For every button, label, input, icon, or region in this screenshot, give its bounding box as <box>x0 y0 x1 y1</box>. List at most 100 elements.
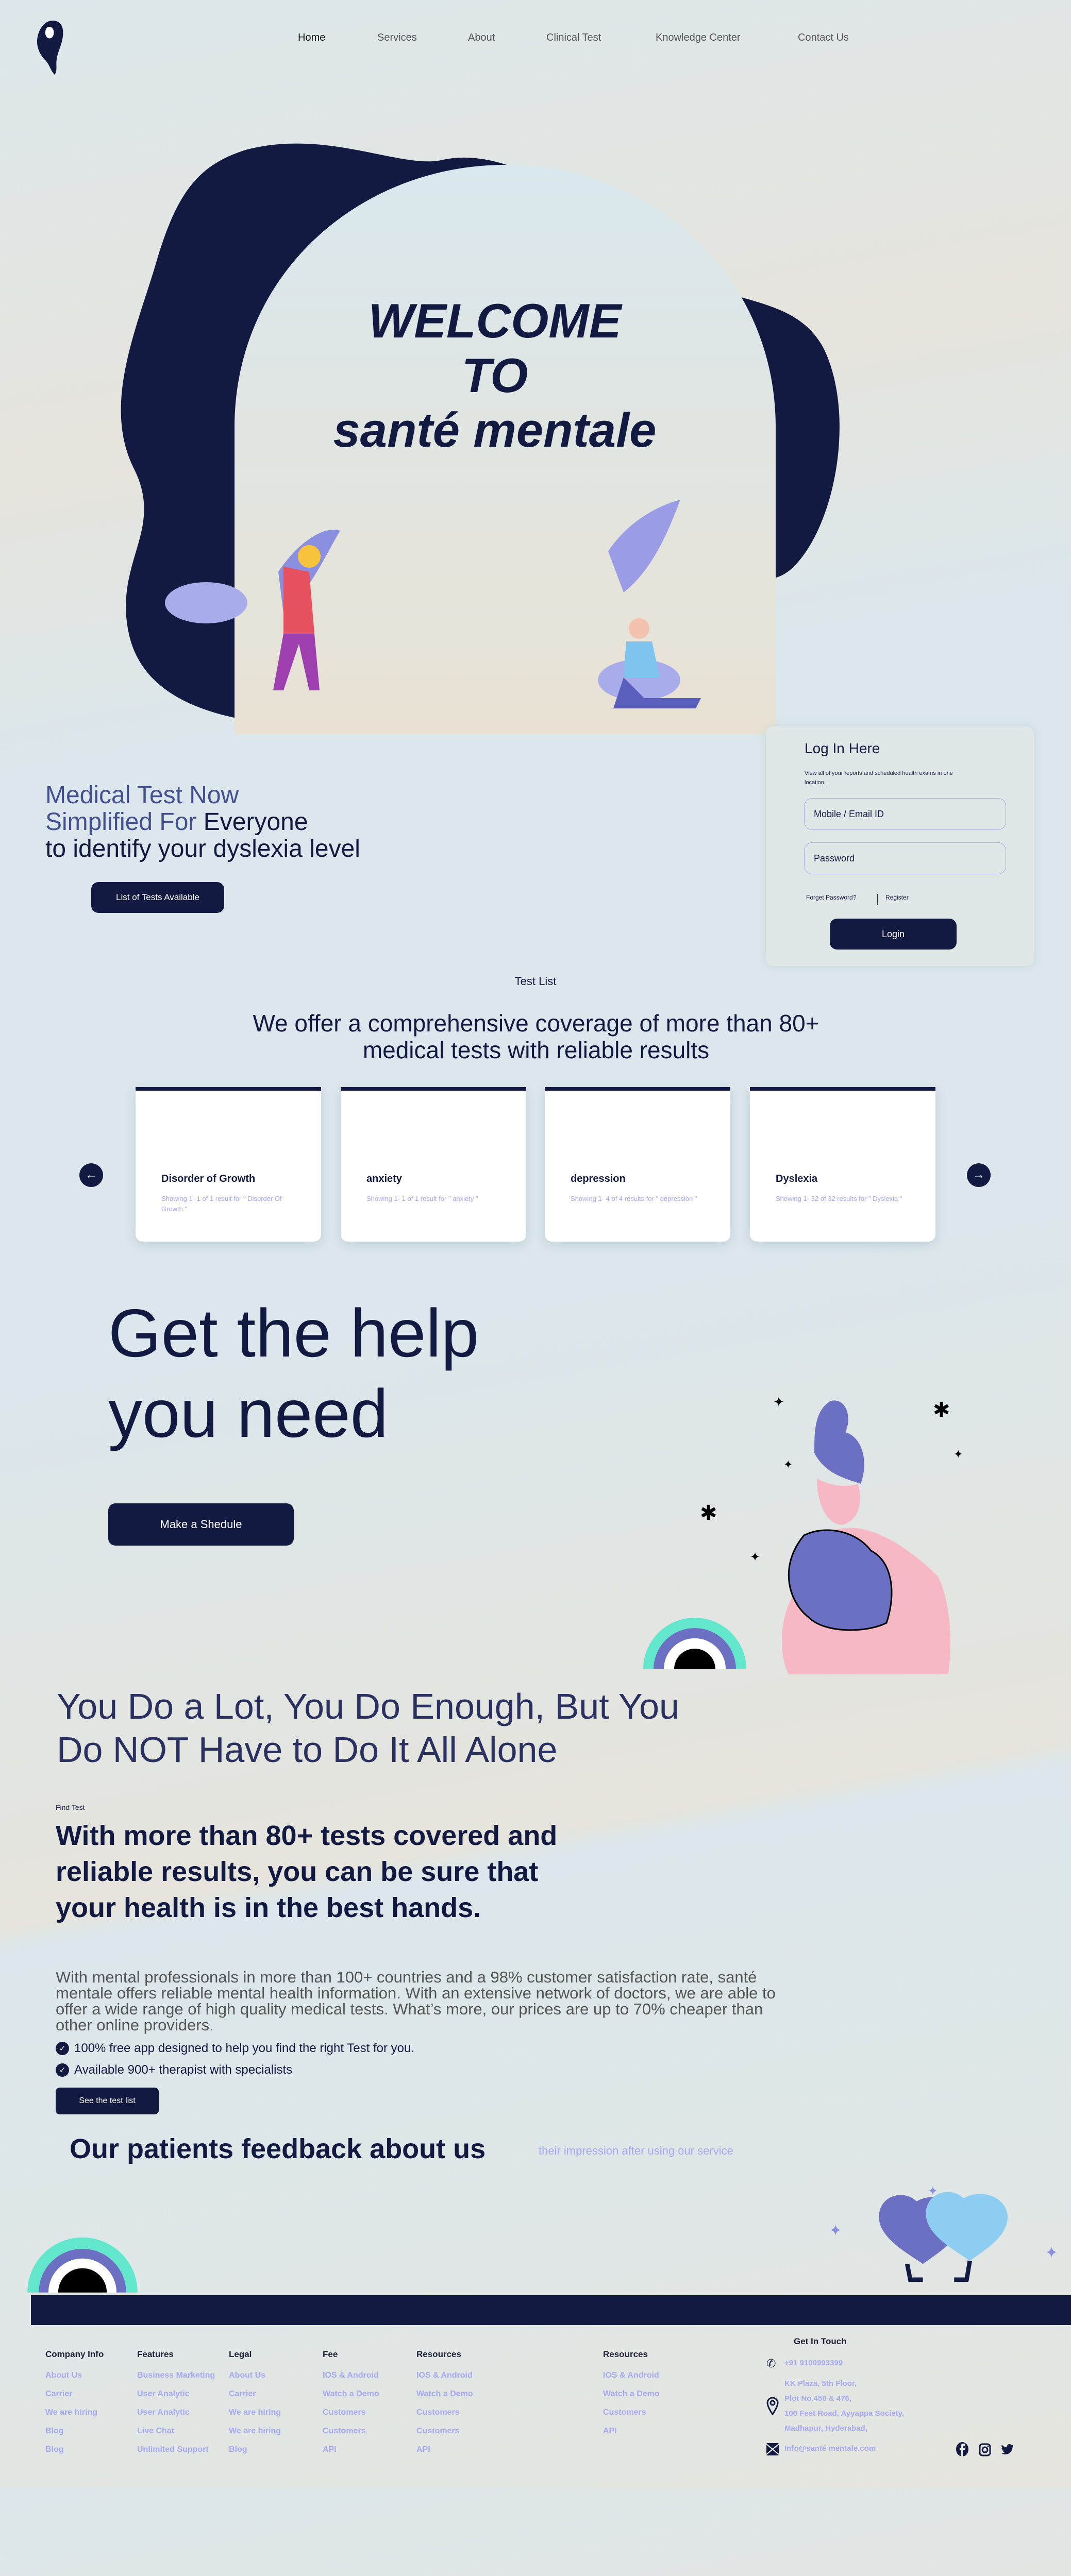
intro-text: to identify your dyslexia level <box>45 835 360 862</box>
footer-link[interactable]: Unlimited Support <box>137 2445 215 2464</box>
intro-accent: Simplified For <box>45 808 197 836</box>
test-card-summary: Showing 1- 4 of 4 results for " depressi… <box>571 1195 697 1202</box>
intro-text: Everyone <box>203 808 308 836</box>
arrow-right-icon: → <box>973 1168 985 1182</box>
nav-knowledge-center[interactable]: Knowledge Center <box>656 32 741 44</box>
test-list-label: Test List <box>514 975 557 988</box>
forgot-password-link[interactable]: Forget Password? <box>806 894 856 901</box>
svg-text:✦: ✦ <box>829 2223 842 2240</box>
feedback-heading: Our patients feedback about us <box>70 2133 486 2164</box>
rainbow-illustration <box>27 2237 138 2293</box>
footer-column-title: Resources <box>603 2349 648 2359</box>
carousel-next-button[interactable]: → <box>967 1163 991 1187</box>
intro-accent: Medical Test Now <box>45 782 239 809</box>
footer-link[interactable]: Customers <box>323 2408 379 2427</box>
footer-link[interactable]: Watch a Demo <box>416 2389 473 2408</box>
test-card[interactable]: Disorder of Growth Showing 1- 1 of 1 resu… <box>136 1087 321 1242</box>
check-icon: ✓ <box>56 2063 69 2077</box>
footer-link[interactable]: Blog <box>45 2445 104 2464</box>
footer-link[interactable]: IOS & Android <box>323 2371 379 2389</box>
nav-home[interactable]: Home <box>298 32 325 44</box>
password-field[interactable] <box>804 842 1006 874</box>
help-heading-line: you need <box>108 1376 389 1451</box>
hero-title: WELCOME TO santé mentale <box>289 294 701 457</box>
footer-link[interactable]: We are hiring <box>45 2408 104 2427</box>
footer-link[interactable]: Customers <box>603 2408 660 2427</box>
hearts-illustration: ✦ ✦ ✦ <box>829 2184 1058 2282</box>
contact-phone[interactable]: +91 9100993399 <box>784 2359 843 2367</box>
footer-link[interactable]: About Us <box>45 2371 104 2389</box>
footer-link[interactable]: About Us <box>229 2371 281 2389</box>
footer-link[interactable]: Customers <box>416 2427 473 2445</box>
test-card-title: Disorder of Growth <box>161 1173 256 1184</box>
nav-services[interactable]: Services <box>377 32 417 44</box>
nav-contact-us[interactable]: Contact Us <box>798 32 849 44</box>
check-text: Available 900+ therapist with specialist… <box>74 2063 293 2077</box>
footer-column-title: Features <box>137 2349 174 2359</box>
register-link[interactable]: Register <box>885 894 909 901</box>
arrow-left-icon: ← <box>85 1168 97 1182</box>
login-button[interactable]: Login <box>830 919 957 950</box>
footer-link[interactable]: User Analytic <box>137 2389 215 2408</box>
hero-title-line: TO <box>461 348 528 402</box>
svg-text:✦: ✦ <box>750 1550 760 1564</box>
test-card-title: Dyslexia <box>776 1173 818 1184</box>
facebook-icon[interactable] <box>956 2442 968 2456</box>
instagram-icon[interactable] <box>979 2443 991 2456</box>
footer-link[interactable]: Blog <box>45 2427 104 2445</box>
contact-email[interactable]: Info@santé mentale.com <box>784 2444 876 2453</box>
login-title: Log In Here <box>805 740 880 756</box>
twitter-icon[interactable] <box>1001 2444 1014 2455</box>
footer-link[interactable]: Carrier <box>45 2389 104 2408</box>
test-card-summary: Showing 1- 32 of 32 results for " Dyslex… <box>776 1195 902 1202</box>
logo[interactable] <box>32 18 73 77</box>
feedback-subtitle: their impression after using our service <box>539 2144 733 2157</box>
test-card[interactable]: depression Showing 1- 4 of 4 results for … <box>545 1087 730 1242</box>
footer-link[interactable]: API <box>323 2445 379 2464</box>
test-card-summary: Showing 1- 1 of 1 result for " anxiety " <box>366 1195 478 1202</box>
svg-text:✦: ✦ <box>773 1394 784 1410</box>
test-card[interactable]: Dyslexia Showing 1- 32 of 32 results for … <box>750 1087 935 1242</box>
footer-link[interactable]: We are hiring <box>229 2427 281 2445</box>
address-line: KK Plaza, 5th Floor, <box>784 2379 857 2388</box>
footer-link[interactable]: Business Marketing <box>137 2371 215 2389</box>
svg-text:✦: ✦ <box>783 1458 793 1471</box>
find-test-label: Find Test <box>56 1803 85 1811</box>
divider <box>877 894 878 905</box>
svg-text:✱: ✱ <box>933 1399 950 1421</box>
test-card[interactable]: anxiety Showing 1- 1 of 1 result for " an… <box>341 1087 526 1242</box>
footer-link[interactable]: IOS & Android <box>603 2371 660 2389</box>
footer-column: Features Business Marketing User Analytic U… <box>137 2349 215 2464</box>
footer-link[interactable]: Watch a Demo <box>603 2389 660 2408</box>
help-tagline: You Do a Lot, You Do Enough, But You Do … <box>57 1686 679 1770</box>
address-line: Madhapur, Hyderabad, <box>784 2424 867 2433</box>
test-list-heading: We offer a comprehensive coverage of mor… <box>253 1010 819 1063</box>
footer-column: Resources IOS & Android Watch a Demo Custom… <box>603 2349 660 2445</box>
location-icon <box>766 2397 779 2415</box>
make-schedule-button[interactable]: Make a Shedule <box>108 1503 294 1546</box>
footer-link[interactable]: Carrier <box>229 2389 281 2408</box>
footer-link[interactable]: Watch a Demo <box>323 2389 379 2408</box>
footer-link[interactable]: Customers <box>323 2427 379 2445</box>
footer-link[interactable]: API <box>603 2427 660 2445</box>
footer-link[interactable]: Blog <box>229 2445 281 2464</box>
login-subtitle: View all of your reports and scheduled h… <box>805 770 953 786</box>
list-tests-button[interactable]: List of Tests Available <box>91 882 224 913</box>
footer-link[interactable]: Live Chat <box>137 2427 215 2445</box>
intro-heading: Medical Test Now Simplified For Everyone… <box>45 782 360 862</box>
nav-clinical-test[interactable]: Clinical Test <box>546 32 601 44</box>
svg-text:✱: ✱ <box>700 1502 717 1524</box>
address-line: 100 Feet Road, Ayyappa Society, <box>784 2409 905 2418</box>
footer-link[interactable]: User Analytic <box>137 2408 215 2427</box>
footer-link[interactable]: API <box>416 2445 473 2464</box>
footer-link[interactable]: IOS & Android <box>416 2371 473 2389</box>
test-card-title: depression <box>571 1173 626 1184</box>
see-test-list-button[interactable]: See the test list <box>56 2088 159 2114</box>
footer-link[interactable]: Customers <box>416 2408 473 2427</box>
check-item: ✓ 100% free app designed to help you find… <box>56 2041 414 2056</box>
help-heading: Get the help you need <box>108 1293 479 1454</box>
email-field[interactable] <box>804 798 1006 830</box>
nav-about[interactable]: About <box>468 32 495 44</box>
footer-link[interactable]: We are hiring <box>229 2408 281 2427</box>
carousel-prev-button[interactable]: ← <box>79 1163 103 1187</box>
